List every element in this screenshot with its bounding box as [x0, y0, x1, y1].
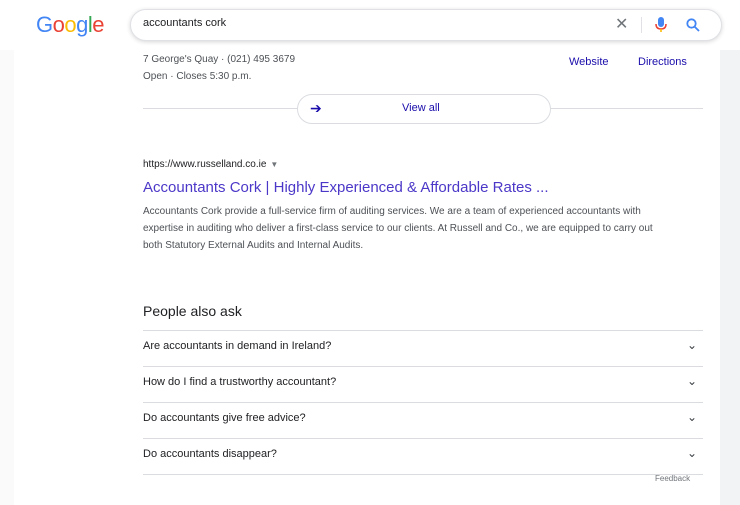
chevron-down-icon: ⌄: [686, 374, 697, 388]
search-header: Google accountants cork ✕: [0, 0, 740, 50]
clear-icon[interactable]: ✕: [615, 14, 628, 34]
search-input[interactable]: accountants cork: [143, 17, 226, 29]
chevron-down-icon: ⌄: [686, 410, 697, 424]
chevron-down-icon: ⌄: [686, 446, 697, 460]
feedback-link[interactable]: Feedback: [655, 474, 690, 483]
logo-letter: o: [52, 12, 65, 37]
chevron-down-icon: ⌄: [686, 338, 697, 352]
paa-question-row[interactable]: Are accountants in demand in Ireland? ⌄: [143, 330, 703, 367]
result-snippet: Accountants Cork provide a full-service …: [143, 206, 653, 251]
logo-letter: o: [64, 12, 77, 37]
search-box[interactable]: accountants cork ✕: [130, 9, 722, 41]
view-all-button[interactable]: ➔ View all: [297, 94, 551, 124]
search-divider: [641, 17, 642, 33]
result-url-text: https://www.russelland.co.ie: [143, 159, 267, 170]
logo-letter: g: [76, 12, 88, 37]
result-title-link[interactable]: Accountants Cork | Highly Experienced & …: [143, 179, 549, 196]
people-also-ask-heading: People also ask: [143, 303, 242, 319]
search-icon[interactable]: [685, 17, 701, 33]
microphone-icon[interactable]: [653, 16, 669, 34]
arrow-right-icon: ➔: [310, 100, 322, 116]
paa-question: Do accountants give free advice?: [143, 412, 306, 424]
paa-question: Are accountants in demand in Ireland?: [143, 340, 332, 352]
local-address: 7 George's Quay · (021) 495 3679: [143, 54, 296, 65]
paa-question-row[interactable]: Do accountants disappear? ⌄: [143, 438, 703, 475]
directions-link[interactable]: Directions: [638, 56, 687, 68]
local-hours: Open · Closes 5:30 p.m.: [143, 71, 252, 82]
caret-down-icon[interactable]: ▼: [270, 160, 278, 169]
scrollbar-track[interactable]: [720, 0, 740, 505]
logo-letter: G: [36, 12, 53, 37]
website-link[interactable]: Website: [569, 56, 609, 68]
paa-question: Do accountants disappear?: [143, 448, 277, 460]
paa-question-row[interactable]: How do I find a trustworthy accountant? …: [143, 366, 703, 403]
logo-letter: e: [92, 12, 105, 37]
paa-bottom-divider: [143, 474, 703, 475]
google-logo[interactable]: Google: [36, 12, 105, 38]
paa-question-row[interactable]: Do accountants give free advice? ⌄: [143, 402, 703, 439]
left-margin: [0, 0, 14, 505]
result-url[interactable]: https://www.russelland.co.ie ▼: [143, 159, 278, 170]
paa-question: How do I find a trustworthy accountant?: [143, 376, 337, 388]
view-all-label: View all: [402, 102, 440, 114]
